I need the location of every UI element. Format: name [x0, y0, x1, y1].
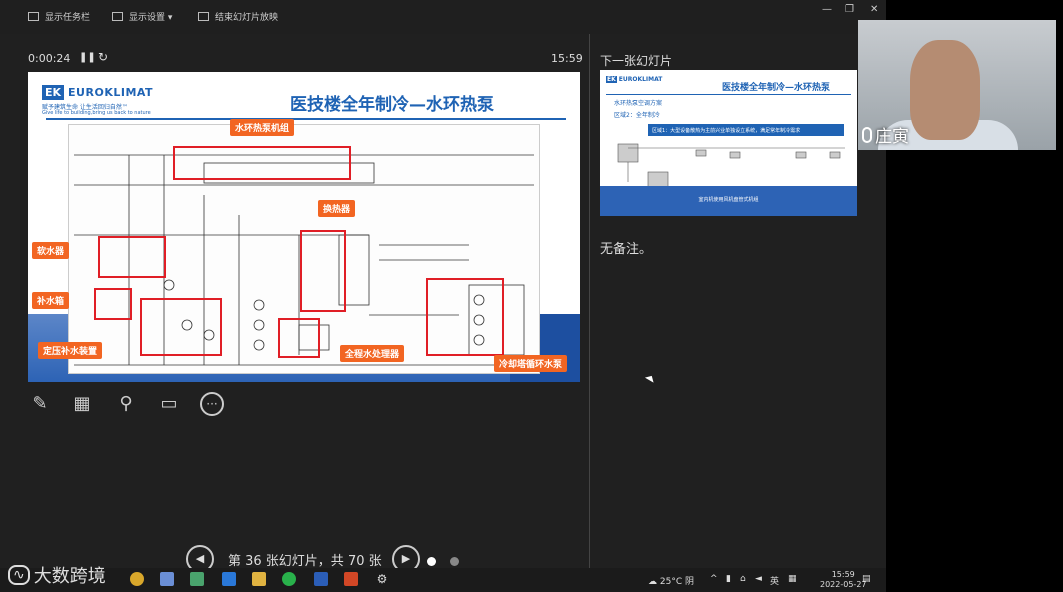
callout-heat-pump: 水环热泵机组	[230, 119, 295, 136]
speaker-notes[interactable]: 无备注。	[600, 238, 652, 257]
end-slideshow-label: 结束幻灯片放映	[215, 13, 279, 23]
title-underline	[46, 118, 566, 120]
ime-indicator[interactable]: 英	[770, 574, 779, 587]
zoom-icon[interactable]: ⚲	[114, 392, 138, 416]
callout-heat-exchanger: 换热器	[318, 200, 356, 217]
pane-indicator[interactable]	[450, 557, 459, 566]
webcam-feed: 庄寅	[858, 20, 1056, 150]
pressure-unit-highlight	[140, 298, 222, 356]
next-slide-sub1: 水环热泵空调方案	[614, 100, 663, 107]
clock: 15:59	[551, 52, 583, 65]
see-all-slides-icon[interactable]: ▦	[70, 392, 94, 416]
settings-icon[interactable]: ⚙	[375, 572, 389, 586]
pen-icon[interactable]: ✎	[28, 392, 52, 416]
euroklimat-logo: EK EUROKLIMAT	[42, 85, 153, 100]
logo-name: EUROKLIMAT	[68, 86, 154, 99]
notification-icon[interactable]: ▤	[862, 574, 871, 584]
watermark: ∿ 大数跨境	[8, 562, 106, 588]
weather-widget[interactable]: ☁ 25°C 阴	[648, 574, 694, 587]
taskbar-icon	[28, 12, 39, 21]
close-icon[interactable]: ✕	[870, 4, 878, 15]
slide-counter: 第 36 张幻灯片，共 70 张	[228, 554, 382, 569]
presenter-toolbar: 显示任务栏 显示设置 ▾ 结束幻灯片放映 — ❐ ✕	[0, 0, 886, 34]
next-slide-logo: EK EUROKLIMAT	[606, 76, 662, 83]
next-slide-band: 区域1：大型设备散热为主前兴业单独设立系统，满足常年制冷需求	[648, 124, 844, 136]
callout-softener: 软水器	[32, 242, 70, 259]
next-slide-title: 医技楼全年制冷—水环热泵	[722, 83, 831, 93]
network-icon[interactable]: ⌂	[740, 574, 746, 584]
powerpoint-icon[interactable]	[344, 572, 358, 586]
heat-exchanger-highlight	[300, 230, 346, 312]
display-settings-button[interactable]: 显示设置 ▾	[112, 10, 172, 23]
battery-icon[interactable]: ▮	[726, 574, 731, 584]
system-date: 2022-05-27	[820, 580, 867, 589]
next-logo-name: EUROKLIMAT	[618, 76, 663, 83]
chrome-icon[interactable]	[130, 572, 144, 586]
watermark-text: 大数跨境	[33, 566, 106, 587]
minimize-icon[interactable]: —	[822, 4, 832, 15]
heat-pump-highlight	[173, 146, 351, 180]
participant-name-tag: 庄寅	[862, 122, 909, 147]
system-clock[interactable]: 15:59 2022-05-27	[820, 570, 867, 590]
next-title-underline	[606, 94, 851, 95]
app-icon[interactable]	[160, 572, 174, 586]
show-taskbar-label: 显示任务栏	[45, 13, 91, 23]
tray-chevron-icon[interactable]: ^	[710, 574, 718, 584]
participant-face	[910, 40, 980, 140]
folder-icon[interactable]	[252, 572, 266, 586]
participant-name: 庄寅	[875, 127, 909, 147]
files-icon[interactable]	[190, 572, 204, 586]
next-logo-mark: EK	[606, 76, 617, 83]
elapsed-timer: 0:00:24	[28, 52, 71, 65]
callout-water-treatment: 全程水处理器	[340, 345, 405, 362]
softener-highlight	[98, 236, 166, 278]
weather-text: 25°C 阴	[659, 577, 694, 587]
current-slide[interactable]: EK EUROKLIMAT 赋予建筑生命 让生活回归自然™ Give life …	[28, 72, 580, 382]
cooling-tower-pump-highlight	[426, 278, 504, 356]
logo-mark: EK	[42, 85, 65, 100]
show-taskbar-button[interactable]: 显示任务栏	[28, 10, 90, 23]
keyboard-icon[interactable]: ▦	[788, 574, 797, 584]
slide-title: 医技楼全年制冷—水环热泵	[290, 95, 494, 115]
callout-makeup-tank: 补水箱	[32, 292, 70, 309]
pane-indicator-active[interactable]	[427, 557, 436, 566]
wechat-icon[interactable]	[282, 572, 296, 586]
next-slide-footer: 室内机使用风机盘管式机组	[600, 186, 857, 216]
meeting-icon[interactable]	[222, 572, 236, 586]
callout-pressure-unit: 定压补水装置	[38, 342, 103, 359]
watermark-logo-icon: ∿	[8, 565, 30, 585]
word-icon[interactable]	[314, 572, 328, 586]
makeup-tank-highlight	[94, 288, 132, 320]
pane-divider[interactable]	[589, 34, 590, 568]
background-strip	[886, 150, 1063, 592]
next-slide-preview[interactable]: EK EUROKLIMAT 医技楼全年制冷—水环热泵 水环热泵空调方案 区域2：…	[600, 70, 857, 216]
restore-icon[interactable]: ❐	[845, 4, 854, 15]
logo-tagline-en: Give life to building,bring us back to n…	[42, 110, 151, 116]
restart-timer-icon[interactable]: ↻	[98, 50, 108, 64]
more-options-icon[interactable]: ···	[200, 392, 224, 416]
pause-icon[interactable]: ❚❚	[79, 52, 96, 63]
end-slideshow-button[interactable]: 结束幻灯片放映	[198, 10, 278, 23]
next-slide-label: 下一张幻灯片	[600, 54, 673, 68]
monitor-icon	[112, 12, 123, 21]
callout-cooling-tower-pump: 冷却塔循环水泵	[494, 355, 568, 372]
black-screen-icon[interactable]: ▭	[157, 392, 181, 416]
microphone-icon	[862, 126, 872, 143]
water-treatment-highlight	[278, 318, 320, 358]
next-slide-sub2: 区域2：全年制冷	[614, 112, 660, 119]
display-settings-label: 显示设置 ▾	[129, 13, 173, 23]
end-show-icon	[198, 12, 209, 21]
volume-icon[interactable]: ◄	[755, 574, 762, 584]
system-time: 15:59	[831, 570, 855, 579]
